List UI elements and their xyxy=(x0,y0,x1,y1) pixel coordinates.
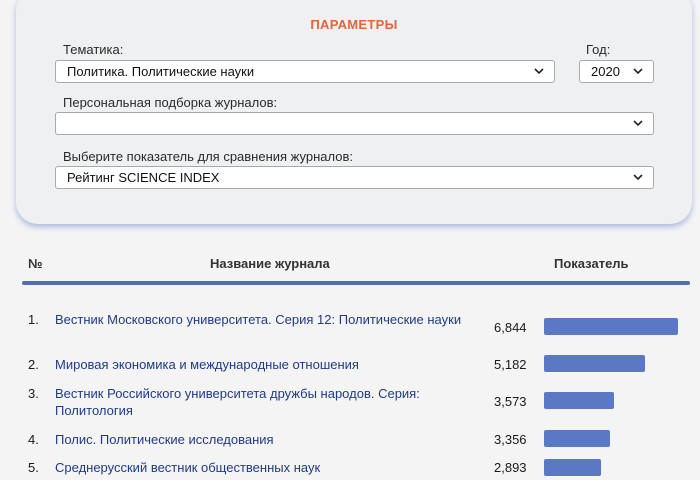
topic-select-value: Политика. Политические науки xyxy=(67,64,255,79)
journal-link[interactable]: Вестник Российского университета дружбы … xyxy=(55,385,465,419)
journal-link[interactable]: Мировая экономика и международные отноше… xyxy=(55,356,465,373)
indicator-label: Выберите показатель для сравнения журнал… xyxy=(63,149,353,164)
chevron-down-icon xyxy=(633,68,643,75)
value-bar xyxy=(544,459,601,476)
row-number: 2. xyxy=(28,357,39,372)
parameters-title: ПАРАМЕТРЫ xyxy=(310,17,398,32)
value-bar xyxy=(544,430,610,447)
row-value: 3,573 xyxy=(494,394,527,409)
row-number: 5. xyxy=(28,460,39,475)
topic-label: Тематика: xyxy=(63,42,124,57)
chevron-down-icon xyxy=(534,68,544,75)
row-number: 1. xyxy=(28,312,39,327)
row-value: 5,182 xyxy=(494,357,527,372)
journal-link[interactable]: Полис. Политические исследования xyxy=(55,431,465,448)
year-select-value: 2020 xyxy=(591,64,620,79)
value-bar xyxy=(544,392,614,409)
year-label: Год: xyxy=(586,42,611,57)
indicator-select[interactable]: Рейтинг SCIENCE INDEX xyxy=(55,166,654,189)
header-divider xyxy=(22,281,690,285)
row-value: 3,356 xyxy=(494,432,527,447)
value-bar xyxy=(544,318,678,335)
journals-label: Персональная подборка журналов: xyxy=(63,95,278,110)
row-value: 2,893 xyxy=(494,460,527,475)
topic-select[interactable]: Политика. Политические науки xyxy=(55,60,555,83)
journals-select[interactable] xyxy=(55,112,654,135)
chevron-down-icon xyxy=(633,174,643,181)
row-number: 4. xyxy=(28,432,39,447)
column-header-name: Название журнала xyxy=(210,256,330,271)
column-header-value: Показатель xyxy=(554,256,629,271)
journal-link[interactable]: Среднерусский вестник общественных наук xyxy=(55,459,465,476)
column-header-number: № xyxy=(28,256,43,271)
journal-link[interactable]: Вестник Московского университета. Серия … xyxy=(55,311,465,328)
year-select[interactable]: 2020 xyxy=(579,60,654,83)
indicator-select-value: Рейтинг SCIENCE INDEX xyxy=(67,170,220,185)
row-number: 3. xyxy=(28,386,39,401)
value-bar xyxy=(544,355,645,372)
chevron-down-icon xyxy=(633,120,643,127)
row-value: 6,844 xyxy=(494,320,527,335)
